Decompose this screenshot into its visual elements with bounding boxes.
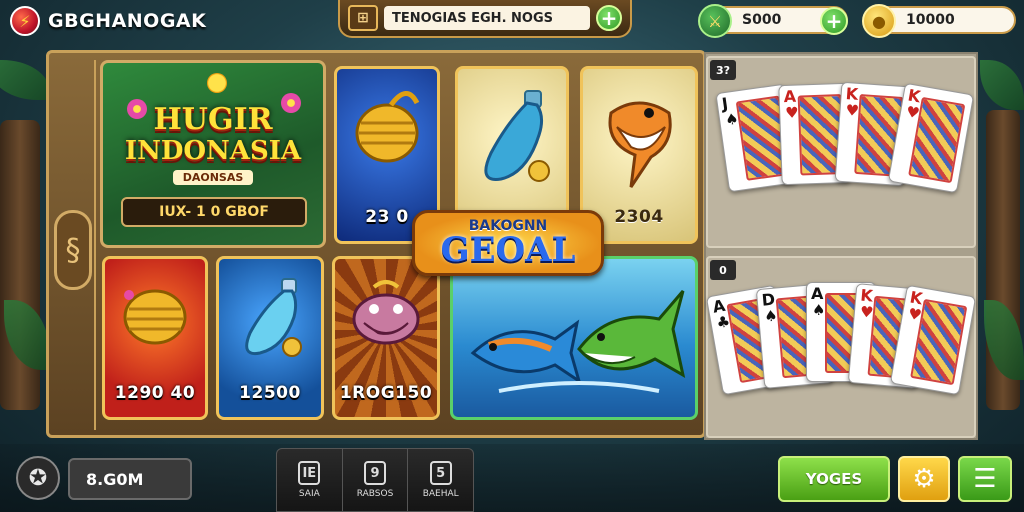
flower-icon <box>281 93 301 113</box>
energy-value: S000 <box>742 12 782 28</box>
top-search-bar: ⊞ TENOGIAS EGH. NOGS + <box>338 0 632 38</box>
catfish-icon <box>344 273 428 357</box>
add-energy-button[interactable]: + <box>820 7 848 35</box>
coin-value: 10000 <box>906 12 955 28</box>
gear-icon[interactable]: ⚙ <box>898 456 950 502</box>
energy-counter: ⚔ S000 + <box>698 4 848 38</box>
tile-value: 1290 40 <box>114 383 196 403</box>
card-suit-icon: ♥ <box>844 101 860 120</box>
profile-badge-icon[interactable]: ✪ <box>16 456 60 500</box>
featured-bar: IUX- 1 0 GBOF <box>121 197 307 227</box>
gold-coin-icon: ● <box>862 4 896 38</box>
card-suit-icon: ♣ <box>715 312 732 333</box>
flower-icon <box>127 99 147 119</box>
coin-pot-icon <box>115 273 195 357</box>
card-box-tag: 3? <box>710 60 736 80</box>
coin-pot-icon <box>347 83 427 177</box>
card-suit-icon: ♥ <box>906 304 924 325</box>
search-field[interactable]: TENOGIAS EGH. NOGS <box>384 6 590 30</box>
card-suit-icon: ♥ <box>904 102 922 123</box>
card-rank: A <box>811 284 824 303</box>
nav-item-flag[interactable]: 5 BAEHAL <box>408 449 473 511</box>
game-tile[interactable]: 12500 <box>216 256 324 420</box>
tile-value: 1ROG150 <box>339 383 433 403</box>
nav-label: SAIA <box>298 489 320 499</box>
featured-game-tile[interactable]: HUGIR INDONASIA DAONSAS IUX- 1 0 GBOF <box>100 60 326 248</box>
fish-game-tile[interactable] <box>450 256 698 420</box>
featured-title-line2: INDONASIA <box>124 136 302 166</box>
game-logo-icon: ⚡ <box>10 6 40 36</box>
card-suit-icon: ♠ <box>812 301 826 319</box>
fish-bottle-icon <box>467 83 557 197</box>
bag-icon: 9 <box>364 461 386 485</box>
tile-value: 23 0 <box>365 207 409 227</box>
card-rank: A <box>783 86 797 107</box>
energy-orb-icon: ⚔ <box>698 4 732 38</box>
flag-icon: 5 <box>429 461 452 485</box>
add-button[interactable]: + <box>596 5 622 31</box>
center-badge[interactable]: BAKOGNN GEOAL <box>412 210 604 276</box>
orange-fish-icon <box>591 83 687 197</box>
carved-ornament-icon: § <box>54 210 92 290</box>
badge-main-text: GEOAL <box>440 230 576 270</box>
leaf-decoration <box>0 60 50 100</box>
coin-counter: ● 10000 <box>862 4 1016 38</box>
card-suit-icon: ♠ <box>763 306 779 326</box>
gem-frame-icon[interactable]: ⊞ <box>348 5 378 31</box>
tile-value: 2304 <box>614 207 664 227</box>
brand[interactable]: ⚡ GBGHANOGAK <box>10 4 206 38</box>
card-suit-icon: ♠ <box>723 109 740 130</box>
fish-bottle-icon <box>230 273 310 367</box>
nav-item-stats[interactable]: IE SAIA <box>277 449 343 511</box>
game-tile[interactable]: 1ROG150 <box>332 256 440 420</box>
primary-button[interactable]: YOGES <box>778 456 890 502</box>
tile-value: 12500 <box>239 383 301 403</box>
featured-title: HUGIR INDONASIA <box>124 102 302 167</box>
card-suit-icon: ♥ <box>859 302 875 322</box>
game-tile[interactable]: 1290 40 <box>102 256 208 420</box>
nav-item-bag[interactable]: 9 RABSOS <box>343 449 409 511</box>
bottom-nav: IE SAIA 9 RABSOS 5 BAEHAL <box>276 448 474 512</box>
star-icon <box>207 73 227 93</box>
stats-icon: IE <box>298 461 321 485</box>
nav-label: RABSOS <box>356 489 394 499</box>
balance-display: 8.G0M <box>68 458 192 500</box>
menu-icon[interactable]: ☰ <box>958 456 1012 502</box>
card-suit-icon: ♥ <box>784 103 800 123</box>
leaf-decoration <box>980 60 1024 110</box>
nav-label: BAEHAL <box>422 489 459 499</box>
fish-pair-icon <box>459 279 689 413</box>
featured-title-line1: HUGIR <box>153 102 273 137</box>
featured-subtitle: DAONSAS <box>172 170 254 185</box>
brand-name: GBGHANOGAK <box>48 10 207 32</box>
card-box-tag: 0 <box>710 260 736 280</box>
